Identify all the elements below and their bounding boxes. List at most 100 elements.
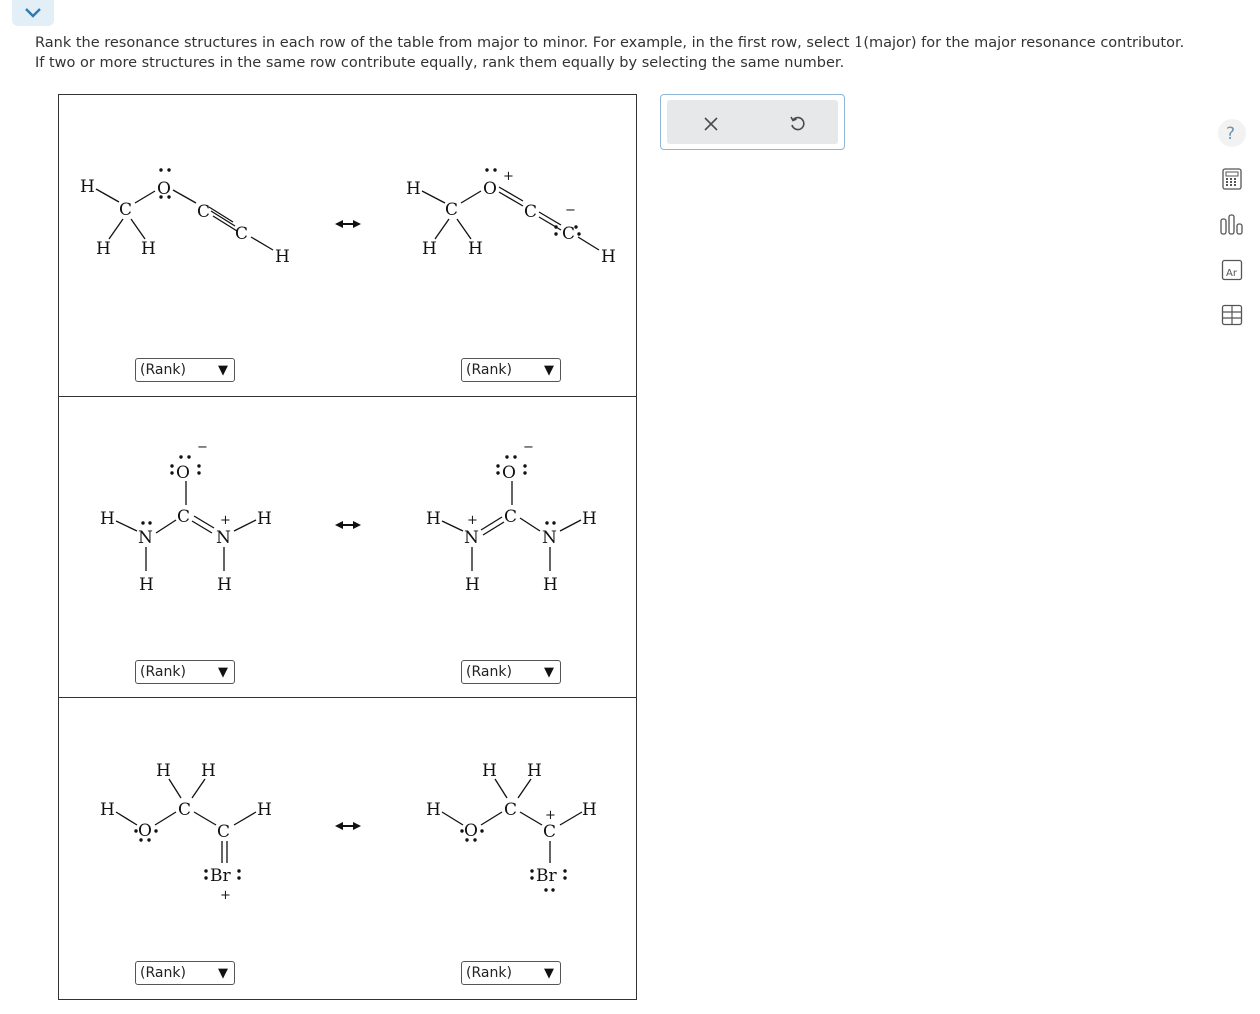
svg-text:C: C	[504, 800, 517, 820]
svg-text:+: +	[220, 888, 231, 903]
svg-text:H: H	[141, 239, 156, 259]
svg-text:H: H	[96, 239, 111, 259]
resonance-row-1-structures: H H H C O C C H H H H C O + C C − H	[80, 168, 616, 267]
instructions-part1: Rank the resonance structures in each ro…	[35, 35, 855, 51]
chart-button[interactable]	[1214, 207, 1250, 243]
table-row: O − C H N H N + H H O − C H N + H N H H …	[59, 396, 636, 698]
svg-text:+: +	[467, 513, 478, 528]
svg-text:+: +	[503, 169, 514, 184]
svg-text:C: C	[197, 202, 210, 222]
svg-text:O: O	[464, 821, 478, 841]
svg-text:Ar: Ar	[1226, 268, 1238, 279]
rank-select-label: (Rank)	[140, 965, 186, 981]
svg-text:H: H	[257, 800, 272, 820]
table-row: H H H C O C C H H H H C O + C C − H (Ran…	[59, 95, 636, 396]
reset-button[interactable]	[783, 110, 811, 138]
svg-text:C: C	[524, 202, 537, 222]
svg-text:C: C	[235, 224, 248, 244]
structure-1-left: H H H C O C C H	[80, 168, 290, 267]
svg-text:H: H	[406, 179, 421, 199]
resonance-table: H H H C O C C H H H H C O + C C − H (Ran…	[58, 94, 637, 1000]
periodic-table-button[interactable]: Ar	[1214, 252, 1250, 288]
svg-text:C: C	[217, 822, 230, 842]
resonance-row-3-structures: H H C H O C H Br + H H C H O C + H Br	[100, 761, 597, 903]
svg-text:+: +	[545, 808, 556, 823]
svg-text:H: H	[201, 761, 216, 781]
clear-button[interactable]	[697, 110, 725, 138]
svg-text:H: H	[217, 575, 232, 595]
svg-text:O: O	[138, 821, 152, 841]
data-table-button[interactable]	[1214, 297, 1250, 333]
svg-text:H: H	[275, 247, 290, 267]
structure-2-left: O − C H N H N + H H	[100, 440, 272, 595]
rank-select-label: (Rank)	[140, 362, 186, 378]
svg-text:N: N	[464, 528, 479, 548]
svg-text:C: C	[445, 200, 458, 220]
svg-text:H: H	[139, 575, 154, 595]
dropdown-arrow-icon: ▼	[544, 665, 554, 680]
dropdown-arrow-icon: ▼	[218, 665, 228, 680]
svg-text:H: H	[582, 509, 597, 529]
svg-text:H: H	[582, 800, 597, 820]
svg-text:H: H	[543, 575, 558, 595]
rank-select-row2-right[interactable]: (Rank) ▼	[461, 660, 561, 684]
svg-text:N: N	[216, 528, 231, 548]
rank-select-row3-right[interactable]: (Rank) ▼	[461, 961, 561, 985]
svg-text:H: H	[465, 575, 480, 595]
svg-text:H: H	[426, 800, 441, 820]
dropdown-arrow-icon: ▼	[218, 966, 228, 981]
svg-text:H: H	[100, 800, 115, 820]
calculator-button[interactable]	[1214, 161, 1250, 197]
structure-3-left: H H C H O C H Br +	[100, 761, 272, 903]
rank-select-label: (Rank)	[466, 664, 512, 680]
resonance-row-2-structures: O − C H N H N + H H O − C H N + H N H H	[100, 440, 597, 595]
resonance-arrow	[335, 220, 361, 228]
svg-text:H: H	[468, 239, 483, 259]
dropdown-arrow-icon: ▼	[544, 363, 554, 378]
svg-text:H: H	[482, 761, 497, 781]
svg-text:C: C	[177, 507, 190, 527]
svg-text:O: O	[176, 463, 190, 483]
chart-icon	[1220, 214, 1243, 235]
instructions-number: 1	[854, 35, 864, 51]
svg-text:H: H	[100, 509, 115, 529]
structure-1-right: H H H C O + C C − H	[406, 168, 616, 267]
rank-select-row1-left[interactable]: (Rank) ▼	[135, 358, 235, 382]
structure-2-right: O − C H N + H N H H	[426, 440, 597, 595]
svg-text:O: O	[502, 463, 516, 483]
svg-text:H: H	[80, 177, 95, 197]
table-row: H H C H O C H Br + H H C H O C + H Br (R…	[59, 697, 636, 999]
svg-text:−: −	[565, 203, 576, 218]
close-icon	[704, 117, 718, 131]
rank-select-row1-right[interactable]: (Rank) ▼	[461, 358, 561, 382]
svg-text:N: N	[138, 528, 153, 548]
resonance-arrow	[335, 521, 361, 529]
data-table-icon	[1221, 304, 1243, 326]
svg-text:O: O	[483, 179, 497, 199]
svg-text:H: H	[156, 761, 171, 781]
rank-select-row3-left[interactable]: (Rank) ▼	[135, 961, 235, 985]
svg-text:N: N	[542, 528, 557, 548]
structure-3-right: H H C H O C + H Br	[426, 761, 597, 892]
svg-text:C: C	[543, 822, 556, 842]
rank-select-row2-left[interactable]: (Rank) ▼	[135, 660, 235, 684]
instructions-text: Rank the resonance structures in each ro…	[35, 33, 1195, 73]
periodic-table-icon: Ar	[1221, 259, 1243, 281]
svg-text:C: C	[562, 224, 575, 244]
svg-text:H: H	[257, 509, 272, 529]
dropdown-arrow-icon: ▼	[544, 966, 554, 981]
svg-text:H: H	[426, 509, 441, 529]
svg-text:Br: Br	[536, 866, 557, 886]
help-icon: ?	[1218, 119, 1246, 147]
rank-select-label: (Rank)	[466, 362, 512, 378]
undo-icon	[790, 116, 805, 131]
svg-text:?: ?	[1226, 124, 1235, 144]
resonance-arrow	[335, 822, 361, 830]
help-button[interactable]: ?	[1214, 115, 1250, 151]
svg-text:H: H	[422, 239, 437, 259]
svg-text:C: C	[504, 507, 517, 527]
collapse-toggle[interactable]	[12, 0, 54, 26]
svg-text:−: −	[523, 440, 534, 455]
rank-select-label: (Rank)	[140, 664, 186, 680]
answer-actions-bar	[667, 100, 838, 144]
